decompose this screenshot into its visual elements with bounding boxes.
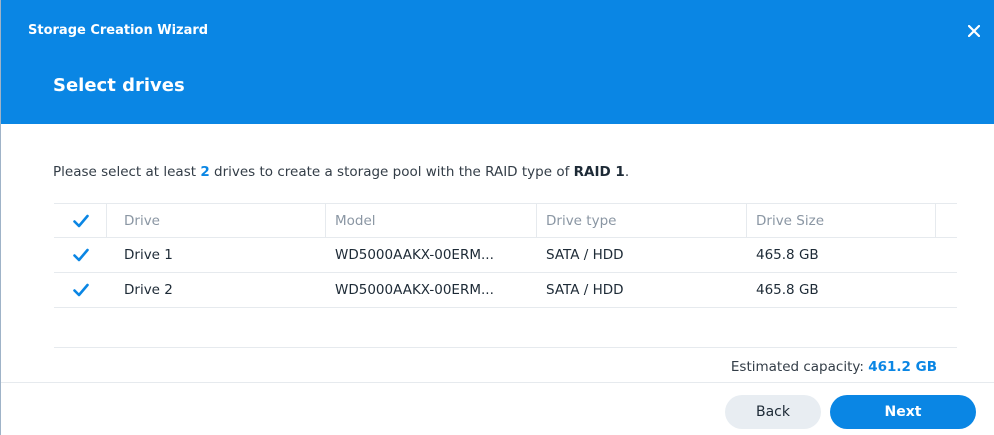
instruction-part1: Please select at least: [53, 164, 201, 180]
min-drives-count: 2: [200, 164, 210, 180]
close-icon: [968, 25, 980, 37]
drive-2-checkbox[interactable]: [72, 281, 90, 299]
capacity-label: Estimated capacity:: [730, 359, 869, 375]
column-header-drive-type[interactable]: Drive type: [546, 204, 616, 238]
table-row[interactable]: Drive 1 WD5000AAKX-00ERM... SATA / HDD 4…: [54, 238, 957, 273]
column-separator: [536, 204, 537, 238]
close-button[interactable]: [963, 20, 985, 42]
table-footer-divider: [54, 347, 957, 348]
drive-model: WD5000AAKX-00ERM...: [335, 282, 494, 298]
drive-type: SATA / HDD: [546, 282, 624, 298]
table-row[interactable]: Drive 2 WD5000AAKX-00ERM... SATA / HDD 4…: [54, 273, 957, 308]
column-header-model[interactable]: Model: [335, 204, 376, 238]
drive-name: Drive 1: [124, 247, 173, 263]
row-check-cell: [72, 273, 92, 307]
column-separator: [106, 204, 107, 238]
wizard-title: Storage Creation Wizard: [28, 23, 209, 38]
drive-size: 465.8 GB: [756, 282, 819, 298]
estimated-capacity: Estimated capacity: 461.2 GB: [731, 358, 937, 376]
instruction-part3: .: [624, 164, 630, 180]
column-separator: [325, 204, 326, 238]
drive-type: SATA / HDD: [546, 247, 624, 263]
column-header-drive-size[interactable]: Drive Size: [756, 204, 824, 238]
checkmark-icon: [73, 214, 89, 228]
instruction-part2: drives to create a storage pool with the…: [209, 164, 574, 180]
row-check-cell: [72, 238, 92, 272]
step-title: Select drives: [53, 75, 185, 96]
table-header: Drive Model Drive type Drive Size: [54, 203, 957, 238]
checkmark-icon: [73, 248, 89, 262]
drive-size: 465.8 GB: [756, 247, 819, 263]
storage-creation-wizard-window: Storage Creation Wizard Select drives Pl…: [0, 0, 994, 435]
select-all-cell: [72, 204, 92, 238]
instruction-text: Please select at least 2 drives to creat…: [53, 163, 629, 181]
drive-model: WD5000AAKX-00ERM...: [335, 247, 494, 263]
column-separator: [746, 204, 747, 238]
drive-1-checkbox[interactable]: [72, 246, 90, 264]
column-separator: [935, 204, 936, 238]
wizard-header: Storage Creation Wizard Select drives: [1, 0, 994, 124]
column-header-drive[interactable]: Drive: [124, 204, 160, 238]
button-bar-divider: [1, 382, 994, 383]
checkmark-icon: [73, 283, 89, 297]
select-all-checkbox[interactable]: [72, 212, 90, 230]
drive-name: Drive 2: [124, 282, 173, 298]
next-button[interactable]: Next: [830, 395, 976, 429]
raid-type: RAID 1: [573, 164, 625, 180]
capacity-value: 461.2 GB: [868, 359, 937, 375]
back-button[interactable]: Back: [725, 395, 821, 429]
drive-table: Drive Model Drive type Drive Size Drive …: [54, 203, 957, 308]
